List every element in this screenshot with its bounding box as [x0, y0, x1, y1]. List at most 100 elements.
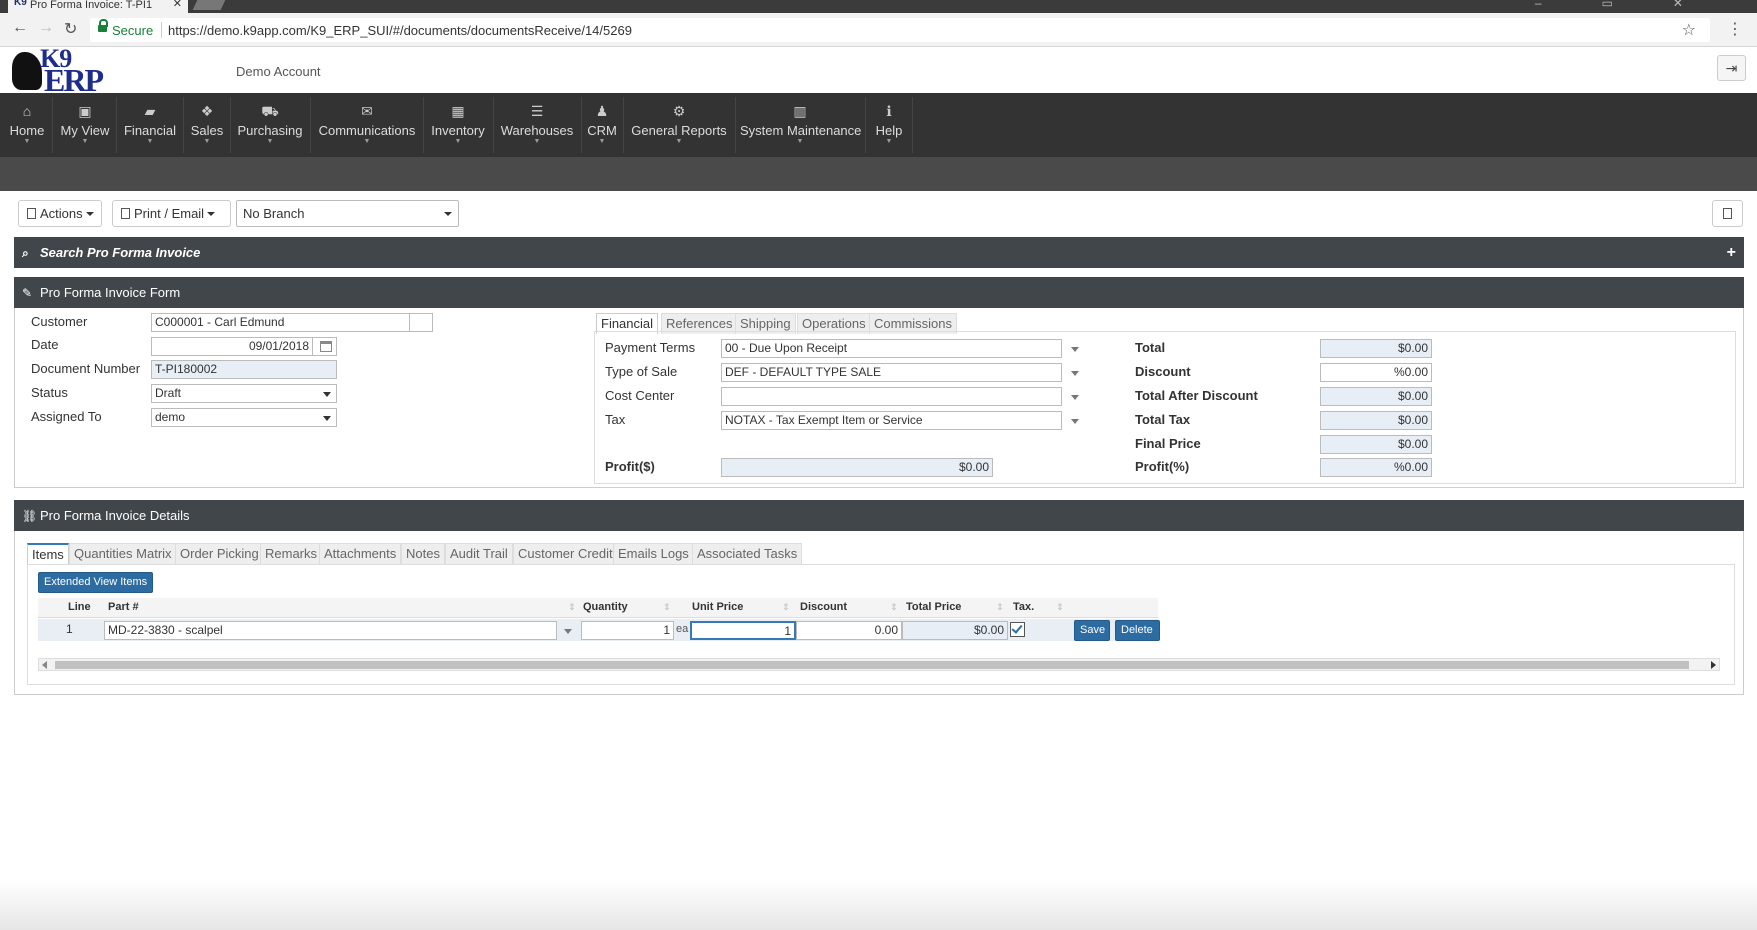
part-number-input[interactable]: MD-22-3830 - scalpel — [104, 621, 557, 640]
menu-divider — [423, 97, 424, 153]
caret-down-icon[interactable] — [1071, 419, 1079, 424]
tab-customer-credit[interactable]: Customer Credit — [513, 543, 618, 564]
menu-home[interactable]: ⌂ Home ▼ — [6, 93, 48, 157]
browser-tab[interactable]: K9 Pro Forma Invoice: T-PI1 ✕ — [8, 0, 188, 13]
tab-notes[interactable]: Notes — [401, 543, 445, 564]
payment-terms-input[interactable]: 00 - Due Upon Receipt — [721, 339, 1062, 358]
scrollbar-thumb[interactable] — [55, 661, 1689, 669]
status-label: Status — [31, 385, 68, 400]
delete-button[interactable]: Delete — [1115, 620, 1160, 641]
print-email-button[interactable]: Print / Email — [112, 200, 231, 227]
menu-my-view[interactable]: ▣ My View ▼ — [57, 93, 113, 157]
extended-view-items-button[interactable]: Extended View Items — [38, 572, 153, 593]
menu-label: Purchasing — [237, 123, 303, 138]
k9-erp-logo[interactable]: K9 ERP — [12, 44, 124, 98]
logout-button[interactable]: ⇥ — [1717, 55, 1746, 81]
browser-menu-icon[interactable]: ⋮ — [1727, 19, 1743, 39]
column-quantity[interactable]: Quantity — [583, 601, 628, 613]
new-file-icon — [1723, 208, 1732, 219]
sub-menu-bar — [0, 157, 1757, 191]
customer-dropdown-button[interactable] — [410, 313, 433, 332]
tab-audit-trail[interactable]: Audit Trail — [445, 543, 513, 564]
reload-icon[interactable]: ↻ — [64, 19, 77, 39]
unit-price-input[interactable]: 1 — [690, 621, 796, 640]
sort-icon[interactable]: ⇕ — [568, 602, 576, 613]
discount-input[interactable]: %0.00 — [1320, 363, 1432, 382]
home-icon: ⌂ — [22, 103, 32, 119]
plus-icon[interactable]: + — [1727, 237, 1736, 268]
menu-sales[interactable]: ❖ Sales ▼ — [188, 93, 226, 157]
column-line[interactable]: Line — [68, 601, 91, 613]
menu-purchasing[interactable]: ⛟ Purchasing ▼ — [235, 93, 305, 157]
menu-divider — [735, 97, 736, 153]
sort-icon[interactable]: ⇕ — [996, 602, 1004, 613]
sort-icon[interactable]: ⇕ — [890, 602, 898, 613]
total-value: $0.00 — [1320, 339, 1432, 358]
caret-down-icon[interactable] — [564, 629, 572, 634]
date-input[interactable]: 09/01/2018 — [151, 337, 313, 356]
menu-general-reports[interactable]: ⚙ General Reports ▼ — [628, 93, 730, 157]
tab-remarks[interactable]: Remarks — [260, 543, 323, 564]
caret-down-icon[interactable] — [1071, 395, 1079, 400]
briefcase-icon: ▣ — [78, 103, 92, 119]
column-unit-price[interactable]: Unit Price — [692, 601, 743, 613]
tab-items[interactable]: Items — [27, 543, 69, 564]
menu-help[interactable]: ℹ Help ▼ — [870, 93, 908, 157]
scroll-right-icon[interactable] — [1711, 661, 1716, 669]
menu-label: My View — [60, 123, 110, 138]
menu-warehouses[interactable]: ☰ Warehouses ▼ — [498, 93, 576, 157]
new-document-button[interactable] — [1712, 200, 1743, 227]
tax-checkbox[interactable] — [1010, 622, 1025, 637]
caret-down-icon[interactable] — [1071, 371, 1079, 376]
column-part[interactable]: Part # — [108, 601, 139, 613]
url-text[interactable]: https://demo.k9app.com/K9_ERP_SUI/#/docu… — [168, 23, 632, 38]
quantity-input[interactable]: 1 — [581, 621, 674, 640]
search-panel-header[interactable]: ⌕ Search Pro Forma Invoice + — [14, 237, 1744, 268]
close-icon[interactable]: ✕ — [173, 0, 182, 10]
assigned-to-select[interactable]: demo — [151, 408, 337, 427]
column-tax[interactable]: Tax. — [1013, 601, 1034, 613]
type-of-sale-input[interactable]: DEF - DEFAULT TYPE SALE — [721, 363, 1062, 382]
menu-label: System Maintenance — [740, 123, 862, 138]
tab-order-picking[interactable]: Order Picking — [175, 543, 264, 564]
bookmark-star-icon[interactable]: ☆ — [1682, 20, 1696, 40]
tax-label: Tax — [605, 412, 626, 427]
cost-center-input[interactable] — [721, 387, 1062, 406]
menu-communications[interactable]: ✉ Communications ▼ — [316, 93, 418, 157]
horizontal-scrollbar[interactable] — [38, 658, 1720, 671]
calendar-icon[interactable] — [320, 341, 332, 352]
document-number-input[interactable]: T-PI180002 — [151, 360, 337, 379]
forward-arrow-icon[interactable]: → — [38, 19, 54, 37]
actions-button[interactable]: Actions — [18, 200, 102, 227]
address-bar[interactable]: Secure https://demo.k9app.com/K9_ERP_SUI… — [90, 18, 1710, 42]
sort-icon[interactable]: ⇕ — [782, 602, 790, 613]
scroll-left-icon[interactable] — [42, 661, 47, 669]
actions-label: Actions — [40, 206, 83, 221]
column-discount[interactable]: Discount — [800, 601, 847, 613]
menu-financial[interactable]: ▰ Financial ▼ — [121, 93, 179, 157]
profit-percent-value: %0.00 — [1320, 458, 1432, 477]
save-button[interactable]: Save — [1074, 620, 1110, 641]
tab-emails-logs[interactable]: Emails Logs — [613, 543, 694, 564]
unit-of-measure: ea — [676, 623, 689, 635]
status-select[interactable]: Draft — [151, 384, 337, 403]
form-panel-title: Pro Forma Invoice Form — [40, 285, 181, 300]
tab-attachments[interactable]: Attachments — [319, 543, 402, 564]
caret-down-icon[interactable] — [1071, 347, 1079, 352]
tax-input[interactable]: NOTAX - Tax Exempt Item or Service — [721, 411, 1062, 430]
sort-icon[interactable]: ⇕ — [663, 602, 671, 613]
back-arrow-icon[interactable]: ← — [12, 19, 28, 37]
assigned-to-label: Assigned To — [31, 409, 102, 424]
caret-down-icon — [207, 212, 216, 216]
menu-inventory[interactable]: ▦ Inventory ▼ — [428, 93, 488, 157]
column-total-price[interactable]: Total Price — [906, 601, 961, 613]
menu-crm[interactable]: ♟ CRM ▼ — [586, 93, 618, 157]
customer-input[interactable]: C000001 - Carl Edmund — [151, 313, 410, 332]
menu-system-maintenance[interactable]: ▥ System Maintenance ▼ — [740, 93, 862, 157]
sort-icon[interactable]: ⇕ — [1056, 602, 1064, 613]
discount-row-input[interactable]: 0.00 — [796, 621, 902, 640]
tab-associated-tasks[interactable]: Associated Tasks — [692, 543, 803, 564]
branch-select[interactable]: No Branch — [236, 200, 459, 227]
tab-quantities-matrix[interactable]: Quantities Matrix — [69, 543, 177, 564]
new-tab-button[interactable] — [192, 0, 226, 10]
